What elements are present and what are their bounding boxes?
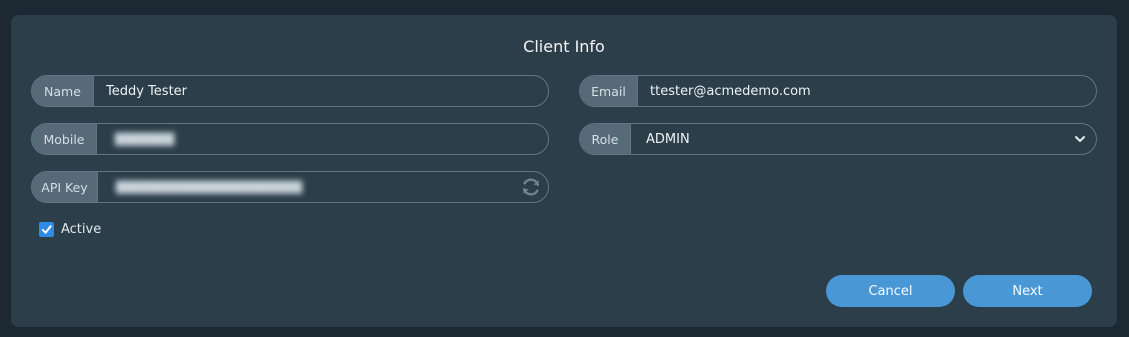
client-info-dialog: Client Info Name Email Mobile ███████ Ro… — [11, 15, 1117, 327]
role-select[interactable]: ADMIN — [631, 124, 1096, 154]
refresh-icon[interactable] — [520, 176, 542, 198]
api-key-value-redacted: ██████████████████████ — [116, 180, 303, 194]
mobile-value-redacted: ███████ — [115, 132, 175, 146]
name-label: Name — [32, 76, 94, 106]
email-input[interactable] — [638, 76, 1096, 106]
active-checkbox[interactable] — [39, 222, 54, 237]
email-label: Email — [580, 76, 638, 106]
mobile-field: Mobile ███████ — [31, 123, 549, 155]
dialog-title: Client Info — [523, 37, 605, 56]
mobile-label: Mobile — [32, 124, 97, 154]
mobile-input[interactable]: ███████ — [97, 124, 548, 154]
email-field: Email — [579, 75, 1097, 107]
next-button[interactable]: Next — [963, 275, 1092, 307]
api-key-input[interactable]: ██████████████████████ — [98, 172, 548, 202]
cancel-button[interactable]: Cancel — [826, 275, 955, 307]
role-label: Role — [580, 124, 631, 154]
name-field: Name — [31, 75, 549, 107]
role-field: Role ADMIN — [579, 123, 1097, 155]
active-toggle[interactable]: Active — [39, 222, 101, 237]
active-label: Active — [61, 222, 102, 237]
api-key-field: API Key ██████████████████████ — [31, 171, 549, 203]
api-key-label: API Key — [32, 172, 98, 202]
name-input[interactable] — [94, 76, 548, 106]
checkmark-icon — [41, 225, 52, 234]
